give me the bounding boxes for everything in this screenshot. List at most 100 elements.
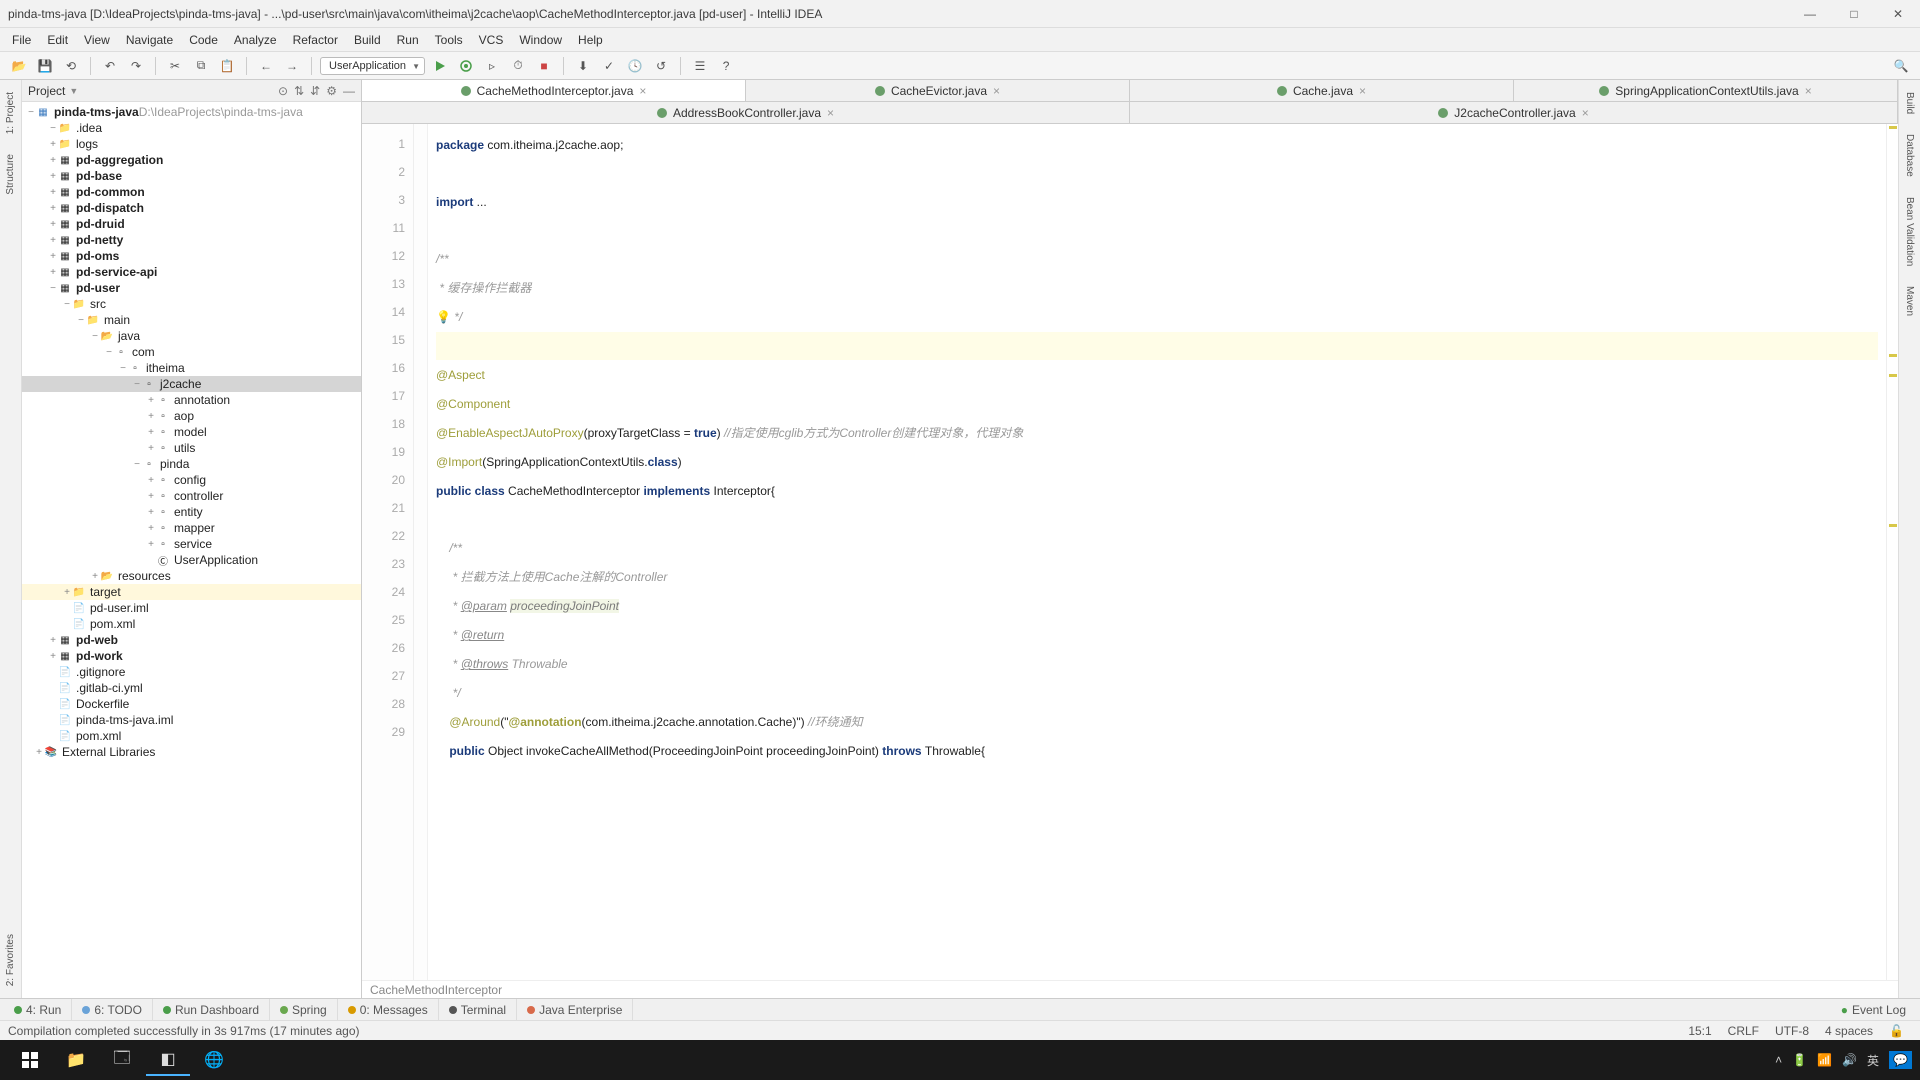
help-icon[interactable]: ? <box>715 55 737 77</box>
status-line-ending[interactable]: CRLF <box>1720 1024 1767 1038</box>
warning-marker[interactable] <box>1889 126 1897 129</box>
expand-all-icon[interactable]: ⇅ <box>294 84 304 98</box>
close-icon[interactable]: × <box>1359 84 1366 98</box>
menu-window[interactable]: Window <box>511 31 570 49</box>
tray-notification-icon[interactable]: 💬 <box>1889 1051 1912 1069</box>
tree-item[interactable]: −▫com <box>22 344 361 360</box>
breadcrumb[interactable]: CacheMethodInterceptor <box>362 980 1898 998</box>
menu-run[interactable]: Run <box>389 31 427 49</box>
error-stripe[interactable] <box>1886 124 1898 980</box>
tree-item[interactable]: −▫itheima <box>22 360 361 376</box>
tree-item[interactable]: +▦pd-common <box>22 184 361 200</box>
forward-icon[interactable]: → <box>281 55 303 77</box>
tab-cacheevictor[interactable]: CacheEvictor.java× <box>746 80 1130 101</box>
tray-battery-icon[interactable]: 🔋 <box>1792 1053 1807 1067</box>
cut-icon[interactable]: ✂ <box>164 55 186 77</box>
breadcrumb-item[interactable]: CacheMethodInterceptor <box>370 983 502 997</box>
hide-icon[interactable]: — <box>343 84 355 98</box>
tree-item[interactable]: −📁src <box>22 296 361 312</box>
maximize-icon[interactable]: □ <box>1840 7 1868 21</box>
right-tab-beanvalidation[interactable]: Bean Validation <box>1902 193 1917 270</box>
menu-help[interactable]: Help <box>570 31 611 49</box>
vcs-history-icon[interactable]: 🕓 <box>624 55 646 77</box>
minimize-icon[interactable]: — <box>1796 7 1824 21</box>
tree-item[interactable]: +▦pd-dispatch <box>22 200 361 216</box>
bottom-tab-terminal[interactable]: Terminal <box>439 999 517 1020</box>
left-tab-structure[interactable]: Structure <box>3 150 18 199</box>
tab-cache[interactable]: Cache.java× <box>1130 80 1514 101</box>
tree-item[interactable]: +▦pd-work <box>22 648 361 664</box>
close-icon[interactable]: × <box>827 106 834 120</box>
status-caret-pos[interactable]: 15:1 <box>1680 1024 1719 1038</box>
tree-item[interactable]: +▫service <box>22 536 361 552</box>
tree-item[interactable]: +📚External Libraries <box>22 744 361 760</box>
right-tab-database[interactable]: Database <box>1902 130 1917 181</box>
tree-item[interactable]: +▫model <box>22 424 361 440</box>
locate-icon[interactable]: ⊙ <box>278 84 288 98</box>
menu-edit[interactable]: Edit <box>39 31 76 49</box>
tree-item[interactable]: −▫j2cache <box>22 376 361 392</box>
run-config-selector[interactable]: UserApplication <box>320 57 425 75</box>
tree-item[interactable]: +▫mapper <box>22 520 361 536</box>
tree-item[interactable]: +▦pd-service-api <box>22 264 361 280</box>
warning-marker[interactable] <box>1889 524 1897 527</box>
tree-item[interactable]: −▫pinda <box>22 456 361 472</box>
bottom-tab-spring[interactable]: Spring <box>270 999 338 1020</box>
menu-refactor[interactable]: Refactor <box>285 31 346 49</box>
bottom-tab-run[interactable]: 4: Run <box>4 999 72 1020</box>
taskbar-chrome-icon[interactable]: 🌐 <box>192 1044 236 1076</box>
gear-icon[interactable]: ⚙ <box>326 84 337 98</box>
fold-gutter[interactable] <box>414 124 428 980</box>
taskbar-app-icon[interactable]: 🗔 <box>100 1044 144 1076</box>
tree-item[interactable]: 📄Dockerfile <box>22 696 361 712</box>
menu-build[interactable]: Build <box>346 31 389 49</box>
right-tab-maven[interactable]: Maven <box>1902 282 1917 320</box>
menu-file[interactable]: File <box>4 31 39 49</box>
taskbar-intellij-icon[interactable]: ◧ <box>146 1044 190 1076</box>
tree-item[interactable]: −📁main <box>22 312 361 328</box>
menu-tools[interactable]: Tools <box>427 31 471 49</box>
tray-chevron-icon[interactable]: ˄ <box>1775 1053 1782 1067</box>
tab-addressbook[interactable]: AddressBookController.java× <box>362 102 1130 123</box>
intention-bulb-icon[interactable]: 💡 <box>436 310 451 324</box>
taskbar-explorer-icon[interactable]: 📁 <box>54 1044 98 1076</box>
close-icon[interactable]: × <box>993 84 1000 98</box>
bottom-tab-messages[interactable]: 0: Messages <box>338 999 439 1020</box>
tree-item[interactable]: +▫annotation <box>22 392 361 408</box>
chevron-down-icon[interactable]: ▼ <box>69 86 78 96</box>
tree-item[interactable]: −📁.idea <box>22 120 361 136</box>
status-encoding[interactable]: UTF-8 <box>1767 1024 1817 1038</box>
close-icon[interactable]: × <box>639 84 646 98</box>
editor-body[interactable]: 1231112131415161718192021222324252627282… <box>362 124 1898 980</box>
collapse-all-icon[interactable]: ⇵ <box>310 84 320 98</box>
close-icon[interactable]: ✕ <box>1884 7 1912 21</box>
line-number-gutter[interactable]: 1231112131415161718192021222324252627282… <box>362 124 414 980</box>
bottom-tab-todo[interactable]: 6: TODO <box>72 999 153 1020</box>
right-tab-build[interactable]: Build <box>1902 88 1917 118</box>
vcs-commit-icon[interactable]: ✓ <box>598 55 620 77</box>
undo-icon[interactable]: ↶ <box>99 55 121 77</box>
tree-item[interactable]: +▫utils <box>22 440 361 456</box>
project-tree[interactable]: −▦pinda-tms-java D:\IdeaProjects\pinda-t… <box>22 102 361 998</box>
search-everywhere-icon[interactable]: 🔍 <box>1890 55 1912 77</box>
profile-icon[interactable]: ⏱ <box>507 55 529 77</box>
tree-item[interactable]: 📄pinda-tms-java.iml <box>22 712 361 728</box>
tree-item[interactable]: 📄pom.xml <box>22 616 361 632</box>
status-indent[interactable]: 4 spaces <box>1817 1024 1881 1038</box>
code-area[interactable]: package com.itheima.j2cache.aop; import … <box>428 124 1886 980</box>
menu-vcs[interactable]: VCS <box>471 31 512 49</box>
structure-icon[interactable]: ☰ <box>689 55 711 77</box>
tab-springappcontext[interactable]: SpringApplicationContextUtils.java× <box>1514 80 1898 101</box>
vcs-update-icon[interactable]: ⬇ <box>572 55 594 77</box>
tree-item[interactable]: −▦pd-user <box>22 280 361 296</box>
coverage-icon[interactable]: ▹ <box>481 55 503 77</box>
menu-navigate[interactable]: Navigate <box>118 31 181 49</box>
tray-ime-icon[interactable]: 英 <box>1867 1052 1879 1069</box>
tray-network-icon[interactable]: 📶 <box>1817 1053 1832 1067</box>
warning-marker[interactable] <box>1889 354 1897 357</box>
tree-item[interactable]: 📄.gitignore <box>22 664 361 680</box>
tree-item[interactable]: +▦pd-oms <box>22 248 361 264</box>
tab-cachemethod[interactable]: CacheMethodInterceptor.java× <box>362 80 746 101</box>
tree-item[interactable]: 📄pd-user.iml <box>22 600 361 616</box>
copy-icon[interactable]: ⧉ <box>190 55 212 77</box>
